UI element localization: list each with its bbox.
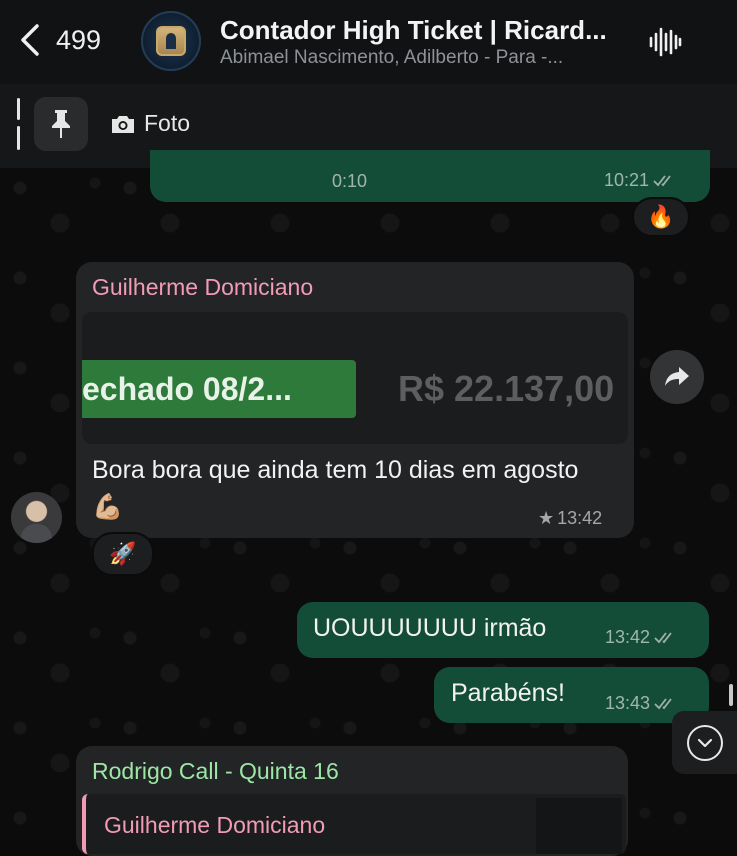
quoted-thumbnail bbox=[536, 798, 622, 854]
rocket-emoji: 🚀 bbox=[109, 541, 137, 566]
image-highlight: echado 08/2... bbox=[82, 360, 356, 418]
image-amount: R$ 22.137,00 bbox=[398, 368, 615, 409]
chevron-left-icon bbox=[21, 24, 39, 56]
camera-icon bbox=[112, 115, 134, 133]
incoming-message[interactable]: Guilherme Domiciano echado 08/2... R$ 22… bbox=[76, 262, 634, 538]
pinned-indicator bbox=[17, 98, 20, 156]
message-time: 13:42 bbox=[605, 627, 651, 647]
sender-name: Guilherme Domiciano bbox=[92, 274, 314, 300]
audio-message[interactable]: 0:10 10:21 bbox=[150, 150, 710, 202]
pinned-preview-label: Foto bbox=[144, 110, 191, 136]
double-check-icon bbox=[654, 697, 672, 709]
outgoing-message[interactable]: Parabéns! 13:43 bbox=[434, 667, 709, 723]
message-meta: ★ 13:42 bbox=[538, 508, 602, 529]
incoming-message[interactable]: Rodrigo Call - Quinta 16 Guilherme Domic… bbox=[76, 746, 628, 856]
audio-duration: 0:10 bbox=[332, 171, 368, 191]
sender-avatar[interactable] bbox=[11, 492, 62, 543]
starred-icon: ★ bbox=[538, 508, 555, 528]
pinned-preview[interactable]: Foto bbox=[110, 110, 190, 137]
message-meta: 13:42 bbox=[605, 627, 680, 648]
message-text: Parabéns! bbox=[451, 679, 565, 707]
scrollbar[interactable] bbox=[729, 684, 733, 706]
message-image[interactable]: echado 08/2... R$ 22.137,00 bbox=[82, 312, 628, 444]
message-meta: 10:21 bbox=[604, 170, 679, 191]
reaction-badge[interactable]: 🔥 bbox=[632, 197, 690, 237]
message-meta: 13:43 bbox=[605, 693, 680, 714]
scroll-down-circle bbox=[686, 724, 723, 761]
fire-emoji: 🔥 bbox=[647, 204, 675, 229]
group-members[interactable]: Abimael Nascimento, Adilberto - Para -..… bbox=[220, 47, 563, 69]
group-avatar[interactable] bbox=[141, 11, 201, 71]
message-time: 13:43 bbox=[605, 693, 651, 713]
double-check-icon bbox=[653, 174, 671, 186]
group-title[interactable]: Contador High Ticket | Ricard... bbox=[220, 15, 607, 46]
chevron-down-icon bbox=[697, 738, 712, 747]
message-text: Bora bora que ainda tem 10 dias em agost… bbox=[92, 456, 579, 521]
double-check-icon bbox=[654, 631, 672, 643]
reaction-badge[interactable]: 🚀 bbox=[92, 532, 154, 576]
sender-name: Rodrigo Call - Quinta 16 bbox=[92, 758, 339, 784]
quoted-message[interactable]: Guilherme Domiciano bbox=[82, 794, 626, 854]
quoted-sender: Guilherme Domiciano bbox=[104, 812, 326, 838]
group-logo bbox=[156, 26, 186, 56]
avatar-body bbox=[21, 524, 52, 543]
pin-button[interactable] bbox=[34, 97, 88, 151]
chat-header: 499 Contador High Ticket | Ricard... Abi… bbox=[0, 0, 737, 84]
scroll-down-button[interactable] bbox=[672, 711, 737, 774]
pin-icon bbox=[52, 110, 70, 138]
message-time: 13:42 bbox=[557, 508, 603, 528]
forward-arrow-icon bbox=[665, 367, 689, 386]
back-button[interactable]: 499 bbox=[18, 22, 101, 58]
unread-count: 499 bbox=[56, 24, 102, 55]
forward-button[interactable] bbox=[650, 350, 704, 404]
image-left-text: echado 08/2... bbox=[82, 370, 292, 407]
audio-waveform-icon[interactable] bbox=[648, 27, 682, 57]
outgoing-message[interactable]: UOUUUUUUU irmão 13:42 bbox=[297, 602, 709, 658]
message-time: 10:21 bbox=[604, 170, 650, 190]
message-text: UOUUUUUUU irmão bbox=[313, 614, 547, 642]
